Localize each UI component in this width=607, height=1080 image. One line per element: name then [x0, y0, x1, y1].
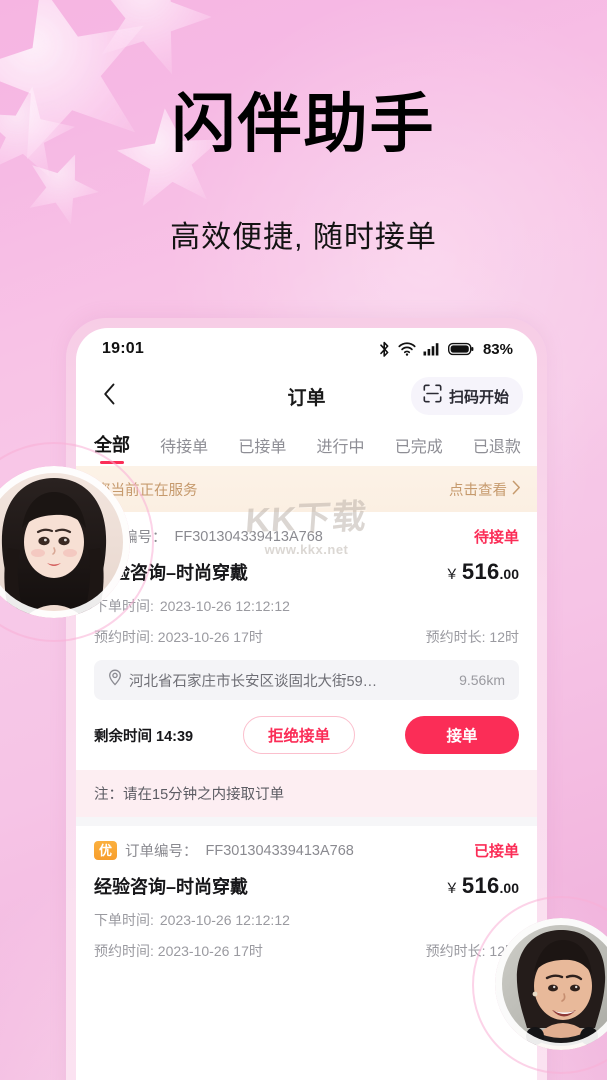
order-time-value: 2023-10-26 12:12:12	[159, 598, 290, 614]
battery-icon	[447, 342, 474, 356]
tab-label: 全部	[94, 435, 130, 455]
order-price-integer: 516	[461, 873, 500, 898]
tab-active-underline	[100, 460, 124, 464]
order-address-bar[interactable]: 河北省石家庄市长安区谈固北大街59号… 9.56km	[94, 660, 519, 700]
order-note: 注：请在15分钟之内接取订单	[76, 770, 537, 817]
status-bar: 19:01 83%	[76, 328, 537, 370]
tab-all[interactable]: 全部	[94, 431, 130, 466]
order-title-row: 经验咨询–时尚穿戴 ￥ 516 .00	[94, 559, 519, 585]
qr-scan-icon	[423, 384, 442, 408]
tab-label: 已接单	[238, 439, 287, 456]
booking-row: 预约时间: 2023-10-26 17时 预约时长: 12时	[94, 627, 519, 647]
order-address-left: 河北省石家庄市长安区谈固北大街59号…	[108, 669, 389, 691]
scan-start-button[interactable]: 扫码开始	[410, 377, 523, 415]
order-time-label: 下单时间:	[94, 912, 154, 928]
booking-time-label: 预约时间:	[94, 629, 154, 645]
booking-time: 预约时间: 2023-10-26 17时	[94, 941, 263, 961]
order-price-decimal: .00	[499, 566, 519, 582]
scan-start-label: 扫码开始	[448, 388, 509, 406]
booking-time-value: 2023-10-26 17时	[157, 943, 263, 959]
tab-in-progress[interactable]: 进行中	[317, 433, 365, 466]
current-service-action-label: 点击查看	[449, 482, 507, 499]
tab-label: 进行中	[316, 439, 365, 456]
booking-duration: 预约时长: 12时	[426, 627, 519, 647]
order-time-row: 下单时间: 2023-10-26 12:12:12	[94, 596, 519, 616]
booking-time: 预约时间: 2023-10-26 17时	[94, 627, 263, 647]
accept-order-button[interactable]: 接单	[405, 716, 519, 754]
order-price-integer: 516	[461, 559, 500, 584]
order-distance: 9.56km	[459, 672, 505, 688]
location-pin-icon	[108, 669, 122, 691]
status-bar-time: 19:01	[102, 340, 144, 357]
order-time-row: 下单时间: 2023-10-26 12:12:12	[94, 910, 519, 930]
battery-percent: 83%	[482, 340, 513, 358]
order-price-currency: ￥	[444, 880, 459, 896]
chevron-left-icon	[103, 383, 116, 410]
tab-label: 待接单	[160, 439, 209, 456]
back-button[interactable]	[94, 381, 124, 411]
order-header-row: 优 订单编号： FF301304339413A768 已接单	[94, 840, 519, 861]
booking-duration-value: 12时	[489, 629, 519, 645]
order-remaining-time: 剩余时间 14:39	[94, 725, 193, 746]
order-remaining-value: 14:39	[156, 728, 194, 745]
phone-mockup-frame: 19:01 83% 订单 扫码开始 全部 待接单 已接单 进行中 已完成 已退款…	[66, 318, 547, 1080]
order-list: 订单编号： FF301304339413A768 待接单 经验咨询–时尚穿戴 ￥…	[76, 512, 537, 977]
reject-order-button[interactable]: 拒绝接单	[243, 716, 356, 754]
order-status-tabs: 全部 待接单 已接单 进行中 已完成 已退款	[76, 422, 537, 466]
order-service-title: 经验咨询–时尚穿戴	[94, 877, 249, 897]
order-time-value: 2023-10-26 12:12:12	[159, 912, 290, 928]
order-id-value: FF301304339413A768	[174, 528, 323, 545]
booking-duration-label: 预约时长:	[425, 629, 486, 645]
tab-label: 已完成	[394, 439, 443, 456]
order-title-row: 经验咨询–时尚穿戴 ￥ 516 .00	[94, 873, 519, 899]
order-price-currency: ￥	[444, 566, 459, 582]
order-price: ￥ 516 .00	[445, 873, 519, 899]
current-service-action[interactable]: 点击查看	[449, 479, 521, 500]
order-status-badge: 已接单	[473, 843, 519, 860]
booking-row: 预约时间: 2023-10-26 17时 预约时长: 12时	[94, 941, 519, 961]
order-actions: 剩余时间 14:39 拒绝接单 接单	[94, 700, 519, 770]
order-price: ￥ 516 .00	[445, 559, 519, 585]
booking-time-label: 预约时间:	[94, 943, 154, 959]
order-card[interactable]: 优 订单编号： FF301304339413A768 已接单 经验咨询–时尚穿戴…	[76, 826, 537, 977]
nav-bar: 订单 扫码开始	[76, 370, 537, 422]
cellular-signal-icon	[423, 342, 441, 356]
list-divider	[76, 817, 537, 826]
tab-pending-accept[interactable]: 待接单	[160, 433, 208, 466]
order-price-decimal: .00	[499, 880, 519, 896]
wifi-icon	[398, 342, 416, 356]
order-id-value: FF301304339413A768	[205, 842, 354, 859]
order-id-wrap: 优 订单编号： FF301304339413A768	[94, 840, 354, 861]
order-remaining-label: 剩余时间	[94, 728, 152, 745]
bluetooth-icon	[378, 341, 391, 358]
phone-screen: 19:01 83% 订单 扫码开始 全部 待接单 已接单 进行中 已完成 已退款…	[76, 328, 537, 1080]
order-card[interactable]: 订单编号： FF301304339413A768 待接单 经验咨询–时尚穿戴 ￥…	[76, 512, 537, 770]
premium-badge: 优	[94, 841, 118, 860]
tab-completed[interactable]: 已完成	[395, 433, 443, 466]
poster-background: 闪伴助手 高效便捷, 随时接单 19:01 83% 订单 扫码开始 全部 待接单…	[0, 0, 607, 1080]
booking-duration-label: 预约时长:	[425, 943, 486, 959]
chevron-right-icon	[512, 480, 521, 499]
booking-time-value: 2023-10-26 17时	[157, 629, 263, 645]
tab-accepted[interactable]: 已接单	[238, 433, 286, 466]
order-address-text: 河北省石家庄市长安区谈固北大街59号…	[129, 673, 389, 690]
poster-subtitle: 高效便捷, 随时接单	[170, 221, 437, 254]
order-header-row: 订单编号： FF301304339413A768 待接单	[94, 526, 519, 547]
tab-label: 已退款	[472, 439, 521, 456]
current-service-banner[interactable]: 您当前正在服务 点击查看	[76, 466, 537, 512]
order-status-badge: 待接单	[473, 529, 519, 546]
tab-refunded[interactable]: 已退款	[473, 433, 521, 466]
status-bar-icons: 83%	[378, 341, 513, 358]
order-id-label: 订单编号：	[125, 844, 198, 860]
poster-title: 闪伴助手	[171, 88, 436, 160]
